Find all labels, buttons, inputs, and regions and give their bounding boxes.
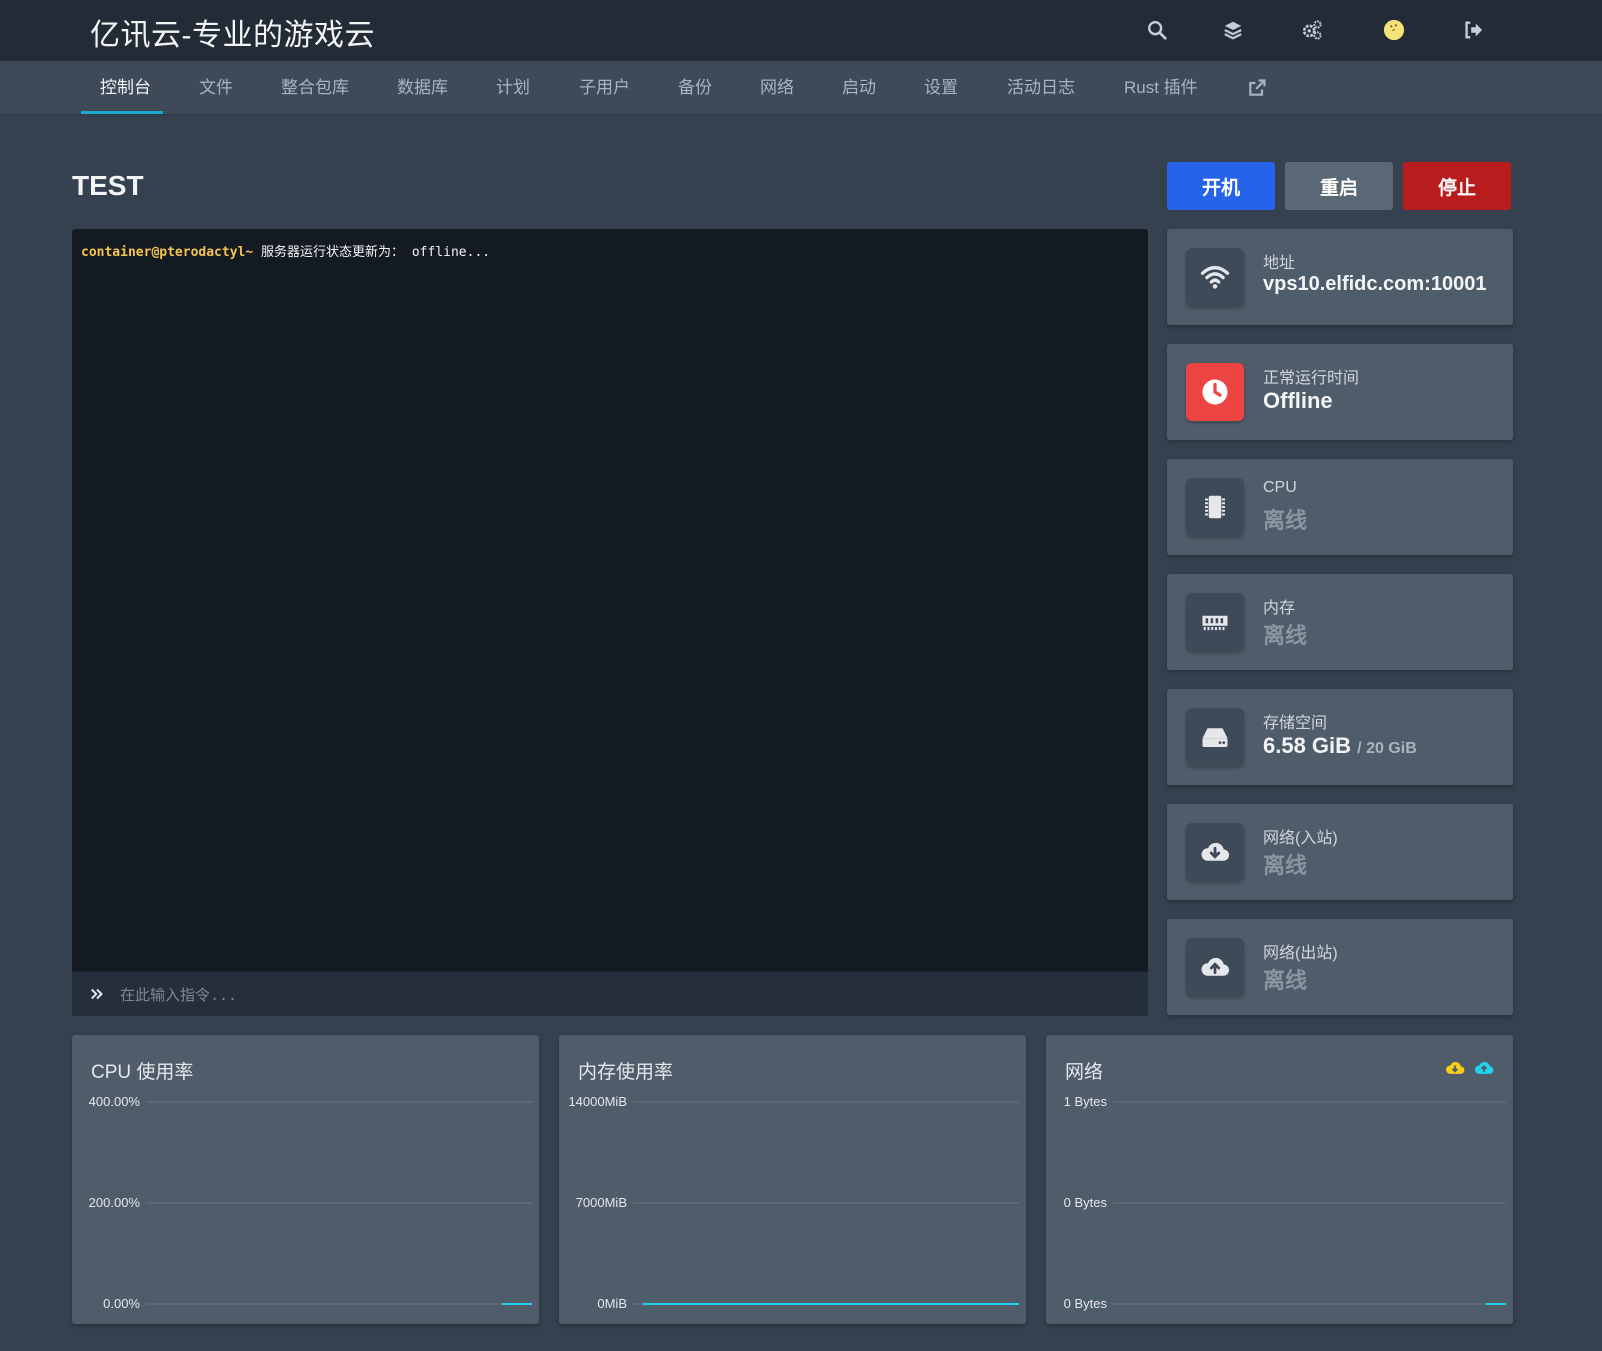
stat-label: 内存 (1263, 600, 1296, 617)
stat-uptime: 正常运行时间 Offline (1167, 344, 1513, 440)
y-tick-label: 0.00% (103, 1296, 140, 1311)
stat-memory: 内存 离线 (1167, 574, 1513, 670)
y-tick-label: 0 Bytes (1064, 1296, 1108, 1311)
stat-value[interactable]: vps10.elfidc.com:10001 (1263, 273, 1486, 296)
stat-label: 地址 (1263, 255, 1296, 272)
console-terminal[interactable]: container@pterodactyl~ 服务器运行状态更新为： offli… (72, 229, 1148, 1016)
y-tick-label: 7000MiB (576, 1195, 627, 1210)
tab-startup[interactable]: 启动 (842, 61, 876, 115)
stat-value: 离线 (1263, 853, 1308, 878)
tab-files[interactable]: 文件 (199, 61, 233, 115)
tab-backups[interactable]: 备份 (678, 61, 712, 115)
chart-plot: 1 Bytes 0 Bytes 0 Bytes (1064, 1094, 1506, 1311)
stat-address: 地址 vps10.elfidc.com:10001 (1167, 229, 1513, 325)
y-tick-label: 400.00% (89, 1094, 141, 1109)
console-output-line: container@pterodactyl~ 服务器运行状态更新为： offli… (81, 241, 490, 260)
restart-button[interactable]: 重启 (1285, 162, 1393, 210)
stat-label: 正常运行时间 (1263, 370, 1360, 387)
stat-value: 离线 (1263, 623, 1308, 648)
y-tick-label: 0MiB (597, 1296, 627, 1311)
stat-label: 存储空间 (1263, 715, 1328, 732)
tab-settings[interactable]: 设置 (924, 61, 958, 115)
tab-databases[interactable]: 数据库 (397, 61, 448, 115)
tab-console[interactable]: 控制台 (100, 61, 151, 115)
server-name: TEST (72, 170, 144, 201)
chart-plot: 400.00% 200.00% 0.00% (89, 1094, 532, 1311)
search-icon[interactable] (1141, 14, 1173, 46)
server-nav: 控制台 文件 整合包库 数据库 计划 子用户 备份 网络 启动 设置 活动日志 … (0, 61, 1602, 115)
start-button[interactable]: 开机 (1167, 162, 1275, 210)
chevron-double-right-icon (91, 988, 103, 1000)
tab-modpacks[interactable]: 整合包库 (281, 61, 349, 115)
stat-network-out: 网络(出站) 离线 (1167, 919, 1513, 1015)
cloud-upload-icon (1186, 938, 1244, 996)
disk-used: 6.58 GiB (1263, 733, 1352, 758)
console-command-input[interactable] (120, 980, 1020, 1010)
console-prompt: container@pterodactyl~ (81, 245, 254, 260)
stat-disk: 存储空间 6.58 GiB / 20 GiB (1167, 689, 1513, 785)
cloud-download-icon (1186, 823, 1244, 881)
tab-subusers[interactable]: 子用户 (579, 61, 630, 115)
active-tab-indicator (81, 111, 163, 114)
stat-value: 离线 (1263, 508, 1308, 533)
brand-title[interactable]: 亿讯云-专业的游戏云 (90, 10, 375, 54)
wifi-icon (1186, 248, 1244, 306)
external-link-icon[interactable] (1247, 78, 1267, 98)
disk-limit: / 20 GiB (1357, 740, 1417, 757)
network-chart: 网络 1 Bytes 0 Bytes 0 Bytes (1046, 1035, 1513, 1324)
chart-plot: 14000MiB 7000MiB 0MiB (568, 1094, 1019, 1311)
console-message: 服务器运行状态更新为： offline... (253, 245, 491, 260)
stat-value: 离线 (1263, 968, 1308, 993)
layers-icon[interactable] (1217, 14, 1249, 46)
stat-label: CPU (1263, 479, 1297, 496)
tab-activity-log[interactable]: 活动日志 (1007, 61, 1075, 115)
y-tick-label: 14000MiB (568, 1094, 627, 1109)
memory-icon (1186, 593, 1244, 651)
top-bar: 亿讯云-专业的游戏云 (0, 0, 1602, 61)
tab-schedules[interactable]: 计划 (496, 61, 530, 115)
stat-label: 网络(出站) (1263, 945, 1338, 962)
stat-value: 6.58 GiB / 20 GiB (1263, 733, 1417, 759)
tab-rust-plugins[interactable]: Rust 插件 (1124, 61, 1198, 115)
stat-network-in: 网络(入站) 离线 (1167, 804, 1513, 900)
clock-icon (1186, 363, 1244, 421)
memory-usage-chart: 内存使用率 14000MiB 7000MiB 0MiB (559, 1035, 1026, 1324)
stat-label: 网络(入站) (1263, 830, 1338, 847)
settings-icon[interactable] (1296, 14, 1328, 46)
y-tick-label: 1 Bytes (1064, 1094, 1108, 1109)
tab-network[interactable]: 网络 (760, 61, 794, 115)
cpu-chip-icon (1186, 478, 1244, 536)
console-input-bar (72, 971, 1148, 1016)
logout-icon[interactable] (1457, 14, 1489, 46)
stat-value: Offline (1263, 388, 1333, 413)
cpu-usage-chart: CPU 使用率 400.00% 200.00% 0.00% (72, 1035, 539, 1324)
stat-cpu: CPU 离线 (1167, 459, 1513, 555)
hard-drive-icon (1186, 708, 1244, 766)
y-tick-label: 0 Bytes (1064, 1195, 1108, 1210)
y-tick-label: 200.00% (89, 1195, 141, 1210)
avatar[interactable] (1378, 14, 1410, 46)
stop-button[interactable]: 停止 (1403, 162, 1511, 210)
